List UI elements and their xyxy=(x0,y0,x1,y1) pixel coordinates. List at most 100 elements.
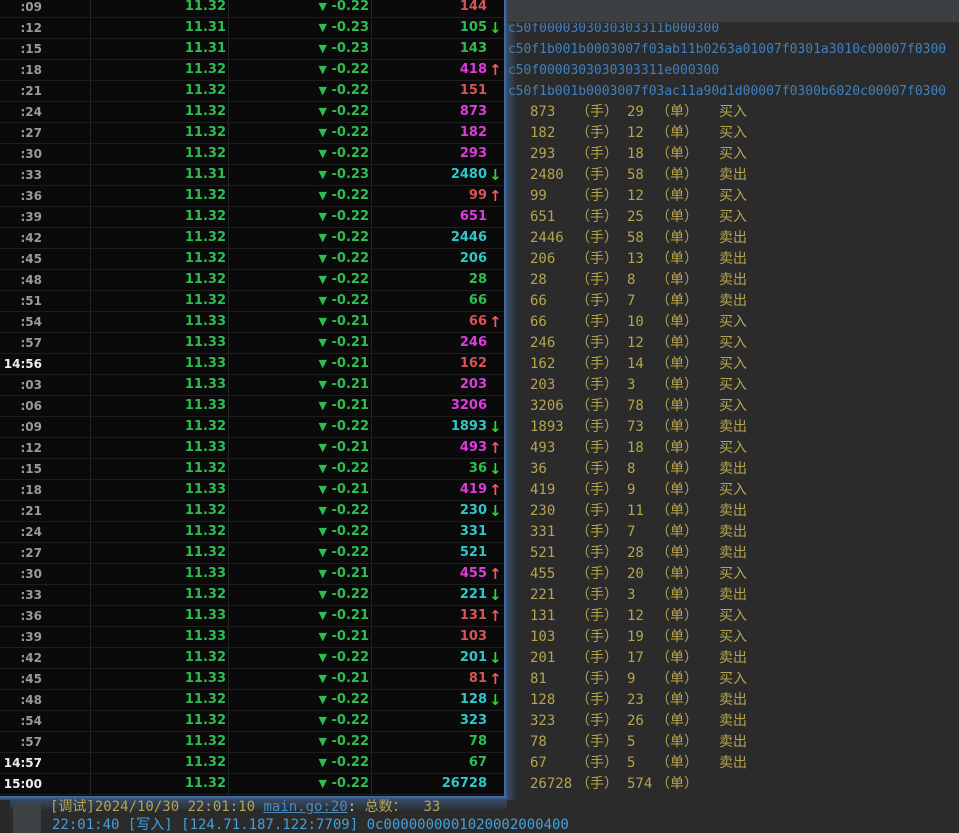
tick-table-row[interactable]: :5711.32▼ -0.2278 xyxy=(0,732,504,753)
tick-volume-cell: 81 xyxy=(380,669,487,689)
trade-order-count: 26 xyxy=(627,711,644,732)
tick-time-cell: :54 xyxy=(0,312,42,332)
trade-order-count: 574 xyxy=(627,774,652,795)
tick-change-value: -0.21 xyxy=(327,356,369,371)
tick-time-cell: :30 xyxy=(0,564,42,584)
trade-order-count: 9 xyxy=(627,480,635,501)
tick-table-panel[interactable]: :0911.32▼ -0.22144:1211.31▼ -0.23105↓:15… xyxy=(0,0,504,796)
tick-change-value: -0.21 xyxy=(327,671,369,686)
down-triangle-icon: ▼ xyxy=(319,21,327,34)
tick-table-row[interactable]: :5711.33▼ -0.21246 xyxy=(0,333,504,354)
tick-table-row[interactable]: :5411.32▼ -0.22323 xyxy=(0,711,504,732)
trade-order-count: 12 xyxy=(627,186,644,207)
console-trade-line: 873（手）29（单）买入 xyxy=(505,102,959,123)
order-unit-label: （单） xyxy=(656,312,698,333)
hand-unit-label: （手） xyxy=(576,354,618,375)
trade-volume: 1893 xyxy=(530,417,564,438)
tick-table-row[interactable]: :1811.32▼ -0.22418↑ xyxy=(0,60,504,81)
tick-table-row[interactable]: :2711.32▼ -0.22182 xyxy=(0,123,504,144)
tick-table-row[interactable]: :3611.33▼ -0.21131↑ xyxy=(0,606,504,627)
tick-price-cell: 11.32 xyxy=(100,81,226,101)
tick-change-value: -0.22 xyxy=(327,524,369,539)
tick-table-row[interactable]: :0611.33▼ -0.213206 xyxy=(0,396,504,417)
tick-table-row[interactable]: 15:0011.32▼ -0.2226728 xyxy=(0,774,504,795)
tick-table-row[interactable]: :0311.33▼ -0.21203 xyxy=(0,375,504,396)
tick-table-row[interactable]: :2711.32▼ -0.22521 xyxy=(0,543,504,564)
tick-volume-cell: 246 xyxy=(380,333,487,353)
tick-table-row[interactable]: :1211.31▼ -0.23105↓ xyxy=(0,18,504,39)
down-triangle-icon: ▼ xyxy=(319,756,327,769)
tick-table-row[interactable]: :4511.33▼ -0.2181↑ xyxy=(0,669,504,690)
console-trade-line: 206（手）13（单）卖出 xyxy=(505,249,959,270)
trade-volume: 221 xyxy=(530,585,555,606)
down-arrow-icon: ↓ xyxy=(489,501,504,521)
source-file-link[interactable]: main.go:20 xyxy=(263,799,347,815)
tick-table-row[interactable]: :1811.33▼ -0.21419↑ xyxy=(0,480,504,501)
tick-time-cell: :18 xyxy=(0,480,42,500)
tick-table-row[interactable]: :2411.32▼ -0.22873 xyxy=(0,102,504,123)
write-log-line: 22:01:40 [写入] [124.71.187.122:7709] 0c00… xyxy=(52,817,569,833)
trade-volume: 873 xyxy=(530,102,555,123)
tick-time-cell: :48 xyxy=(0,270,42,290)
down-triangle-icon: ▼ xyxy=(319,525,327,538)
console-trade-line: 203（手）3（单）买入 xyxy=(505,375,959,396)
order-unit-label: （单） xyxy=(656,564,698,585)
tick-table-row[interactable]: :5111.32▼ -0.2266 xyxy=(0,291,504,312)
order-unit-label: （单） xyxy=(656,480,698,501)
tick-time-cell: :27 xyxy=(0,543,42,563)
console-trade-line: 419（手）9（单）买入 xyxy=(505,480,959,501)
tick-table-row[interactable]: :4511.32▼ -0.22206 xyxy=(0,249,504,270)
console-trade-line: 323（手）26（单）卖出 xyxy=(505,711,959,732)
trade-volume: 99 xyxy=(530,186,547,207)
tick-table-row[interactable]: :2111.32▼ -0.22151 xyxy=(0,81,504,102)
tick-volume-cell: 873 xyxy=(380,102,487,122)
down-triangle-icon: ▼ xyxy=(319,105,327,118)
tick-time-cell: :39 xyxy=(0,627,42,647)
trade-volume: 3206 xyxy=(530,396,564,417)
tick-volume-cell: 36 xyxy=(380,459,487,479)
tick-table-row[interactable]: :3011.33▼ -0.21455↑ xyxy=(0,564,504,585)
tick-volume-cell: 182 xyxy=(380,123,487,143)
trade-order-count: 10 xyxy=(627,312,644,333)
tick-volume-cell: 323 xyxy=(380,711,487,731)
console-hex-line: 0c50f0000303030303311e000300 xyxy=(500,60,719,81)
tick-volume-cell: 201 xyxy=(380,648,487,668)
hand-unit-label: （手） xyxy=(576,102,618,123)
tick-table-row[interactable]: :2411.32▼ -0.22331 xyxy=(0,522,504,543)
tick-table-row[interactable]: :4811.32▼ -0.22128↓ xyxy=(0,690,504,711)
tick-change-value: -0.21 xyxy=(327,377,369,392)
tick-table-row[interactable]: 14:5611.33▼ -0.21162 xyxy=(0,354,504,375)
tick-table-row[interactable]: :4211.32▼ -0.222446 xyxy=(0,228,504,249)
tick-table-row[interactable]: :0911.32▼ -0.22144 xyxy=(0,0,504,18)
tick-table-row[interactable]: :5411.33▼ -0.2166↑ xyxy=(0,312,504,333)
console-trade-line: 293（手）18（单）买入 xyxy=(505,144,959,165)
down-triangle-icon: ▼ xyxy=(319,63,327,76)
order-unit-label: （单） xyxy=(656,606,698,627)
tick-change-cell: ▼ -0.23 xyxy=(244,18,369,38)
tick-volume-cell: 103 xyxy=(380,627,487,647)
trade-order-count: 20 xyxy=(627,564,644,585)
tick-price-cell: 11.32 xyxy=(100,144,226,164)
tick-table-row[interactable]: :4211.32▼ -0.22201↓ xyxy=(0,648,504,669)
tick-table-row[interactable]: :3611.32▼ -0.2299↑ xyxy=(0,186,504,207)
tick-table-row[interactable]: :1511.31▼ -0.23143 xyxy=(0,39,504,60)
trade-volume: 230 xyxy=(530,501,555,522)
tick-table-row[interactable]: :3311.31▼ -0.232480↓ xyxy=(0,165,504,186)
order-unit-label: （单） xyxy=(656,249,698,270)
tick-table-row[interactable]: :0911.32▼ -0.221893↓ xyxy=(0,417,504,438)
tick-table-row[interactable]: :2111.32▼ -0.22230↓ xyxy=(0,501,504,522)
tick-table-row[interactable]: :1211.33▼ -0.21493↑ xyxy=(0,438,504,459)
trade-direction: 买入 xyxy=(719,207,747,228)
tick-volume-cell: 203 xyxy=(380,375,487,395)
tick-table-row[interactable]: :3011.32▼ -0.22293 xyxy=(0,144,504,165)
down-triangle-icon: ▼ xyxy=(319,168,327,181)
tick-table-row[interactable]: :4811.32▼ -0.2228 xyxy=(0,270,504,291)
tick-table-row[interactable]: 14:5711.32▼ -0.2267 xyxy=(0,753,504,774)
tick-table-row[interactable]: :3311.32▼ -0.22221↓ xyxy=(0,585,504,606)
tick-table-row[interactable]: :3911.33▼ -0.21103 xyxy=(0,627,504,648)
tick-table-row[interactable]: :3911.32▼ -0.22651 xyxy=(0,207,504,228)
console-trade-line: 162（手）14（单）买入 xyxy=(505,354,959,375)
console-output-panel[interactable]: 0c50f0000303030303311b0003000c50f1b001b0… xyxy=(505,0,959,833)
tick-table-row[interactable]: :1511.32▼ -0.2236↓ xyxy=(0,459,504,480)
order-unit-label: （单） xyxy=(656,438,698,459)
